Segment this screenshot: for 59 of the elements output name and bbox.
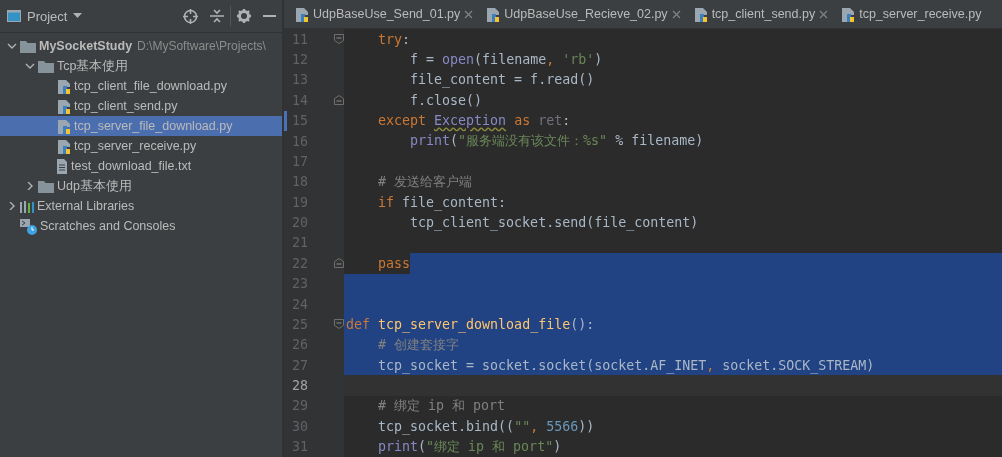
folder-icon (38, 179, 54, 193)
close-icon[interactable] (464, 9, 474, 19)
tree-item[interactable]: test_download_file.txt (0, 156, 282, 176)
python-file-icon (485, 6, 501, 22)
code-line: pass (377, 255, 411, 271)
tree-item[interactable]: tcp_server_receive.py (0, 136, 282, 156)
code-line: tcp_socket = socket.socket(socket.AF_INET, socket.SOCK_STREAM) (377, 357, 875, 373)
python-file-icon (56, 78, 71, 94)
python-file-icon (692, 6, 708, 22)
python-file-icon (56, 138, 71, 154)
fold-icon[interactable] (334, 319, 344, 330)
folder-icon (38, 59, 54, 73)
code-line: tcp_client_socket.send(file_content) (409, 215, 699, 231)
gear-icon[interactable] (237, 9, 251, 23)
code-line: # 发送给客户端 (377, 172, 473, 191)
python-file-icon (840, 6, 856, 22)
editor-tab[interactable]: tcp_client_send.py (688, 0, 833, 28)
code-line: file_content = f.read() (409, 72, 595, 88)
text-file-icon (56, 158, 68, 174)
code-line: # 绑定 ip 和 port (377, 396, 506, 415)
tree-item[interactable]: tcp_client_file_download.py (0, 76, 282, 96)
caret-icon[interactable] (73, 13, 83, 19)
code-line: if file_content: (377, 194, 507, 210)
code-line: try: (377, 31, 411, 47)
code-line: print("绑定 ip 和 port") (377, 437, 562, 456)
python-file-icon (56, 118, 71, 134)
code-line: # 创建套接字 (377, 335, 460, 354)
tree-item[interactable]: Scratches and Consoles (0, 216, 282, 236)
close-icon[interactable] (671, 9, 681, 19)
code-line: except Exception as ret: (377, 113, 571, 129)
editor-tab[interactable]: UdpBaseUse_Send_01.py (290, 0, 478, 28)
close-icon[interactable] (819, 9, 829, 19)
project-window-icon (7, 10, 21, 22)
scratches-icon (20, 217, 37, 235)
tree-item[interactable]: Tcp基本使用 (0, 56, 282, 76)
line-number: 28 (291, 378, 308, 394)
python-file-icon (294, 6, 309, 22)
panel-title[interactable]: Project (27, 8, 68, 24)
minimize-icon[interactable] (263, 14, 276, 18)
fold-icon[interactable] (334, 34, 344, 44)
editor-tab[interactable]: tcp_server_receive.py (836, 0, 986, 28)
code-line: def tcp_server_download_file(): (346, 316, 595, 332)
project-path: D:\MySoftware\Projects\ (137, 39, 266, 53)
code-line: tcp_socket.bind(("", 5566)) (377, 418, 595, 434)
libraries-icon (20, 199, 34, 213)
tree-item[interactable]: External Libraries (0, 196, 282, 216)
tree-item[interactable]: Udp基本使用 (0, 176, 282, 196)
code-line: f = open(filename, 'rb') (409, 52, 603, 68)
fold-icon[interactable] (334, 95, 344, 106)
code-line: f.close() (409, 92, 483, 108)
folder-icon (20, 39, 36, 53)
collapse-all-icon[interactable] (210, 9, 224, 23)
editor-tab[interactable]: UdpBaseUse_Recieve_02.py (481, 0, 685, 28)
tree-item[interactable]: MySocketStudy D:\MySoftware\Projects\ (0, 36, 282, 56)
fold-icon[interactable] (334, 258, 344, 269)
code-line: print("服务端没有该文件：%s" % filename) (409, 132, 704, 151)
python-file-icon (56, 98, 71, 114)
locate-icon[interactable] (183, 8, 198, 24)
tree-item[interactable]: tcp_client_send.py (0, 96, 282, 116)
